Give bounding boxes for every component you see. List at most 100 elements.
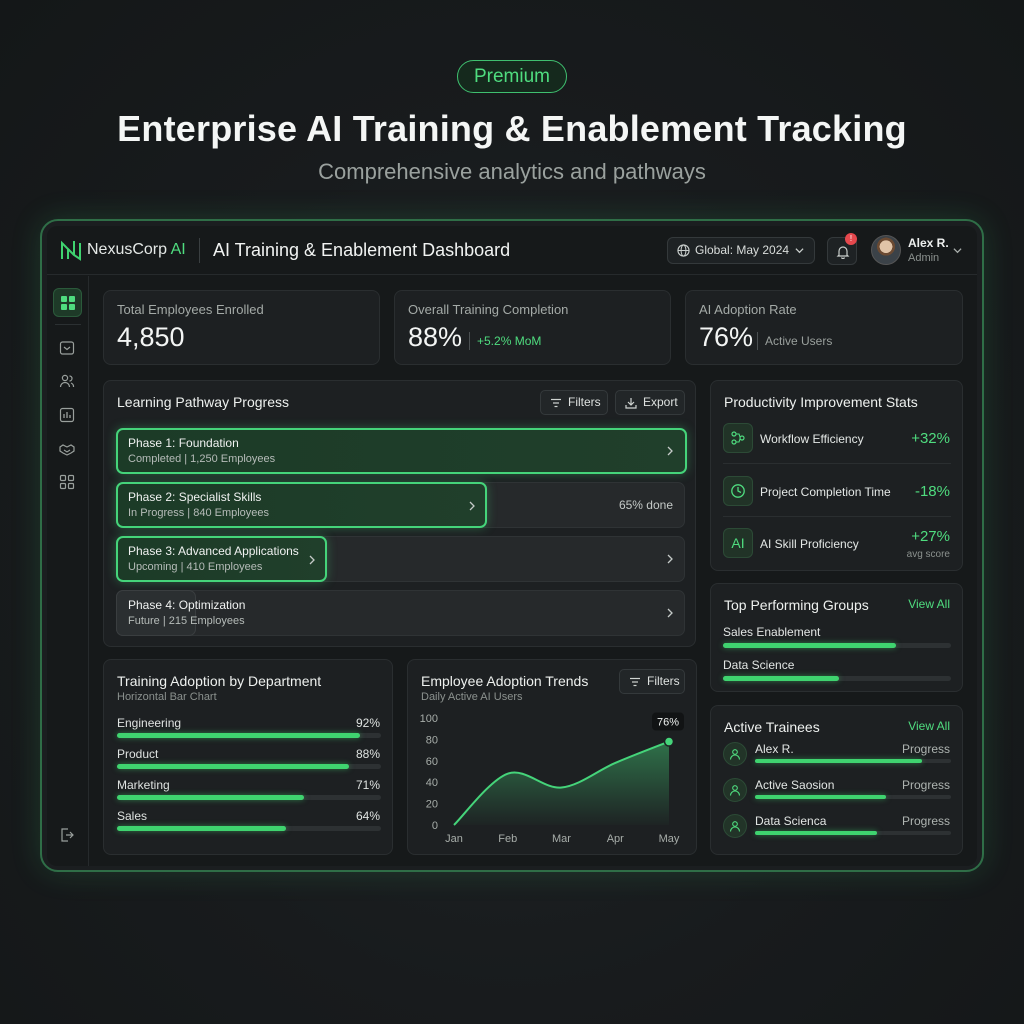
trainee-name[interactable]: Data Scienca (755, 814, 826, 828)
avatar[interactable] (871, 235, 901, 265)
apps-icon[interactable] (59, 474, 75, 490)
globe-icon (677, 244, 690, 257)
trainee-progress-track (755, 831, 951, 835)
phase-done-label: 65% done (618, 498, 673, 512)
x-tick-label: Apr (607, 833, 624, 845)
stat-note: avg score (906, 549, 950, 560)
phase-name: Phase 2: Specialist Skills (128, 490, 262, 504)
department-bar-track (117, 795, 381, 800)
trainee-name[interactable]: Alex R. (755, 742, 794, 756)
user-icon (723, 778, 747, 802)
phase-name: Phase 4: Optimization (128, 598, 246, 612)
scope-selector[interactable]: Global: May 2024 (667, 237, 815, 264)
phase-meta: Completed | 1,250 Employees (128, 453, 276, 465)
brand-name[interactable]: NexusCorp AI (87, 241, 186, 259)
trainee-progress-fill (755, 795, 887, 799)
phase-row[interactable]: Phase 4: Optimization Future | 215 Emplo… (116, 590, 685, 636)
grid-icon (61, 296, 75, 310)
stat-label: AI Skill Proficiency (760, 537, 859, 551)
ai-icon: AI (723, 528, 753, 558)
group-label: Data Science (723, 658, 795, 672)
trend-point (663, 736, 675, 747)
trainee-progress-fill (755, 759, 922, 763)
group-progress-fill (723, 676, 839, 681)
kpi-value: 76% (699, 322, 754, 352)
department-bar-track (117, 826, 381, 831)
sidebar (47, 276, 89, 866)
department-bar (117, 795, 305, 800)
department-percent: 71% (355, 778, 380, 792)
handshake-icon[interactable] (59, 441, 75, 457)
users-icon[interactable] (59, 373, 75, 389)
department-percent: 64% (355, 809, 380, 823)
stat-label: Project Completion Time (760, 485, 891, 499)
view-all-link[interactable]: View All (908, 719, 950, 733)
phase-row[interactable]: Phase 1: Foundation Completed | 1,250 Em… (116, 428, 687, 474)
trainee-progress-track (755, 795, 951, 799)
y-tick-label: 60 (426, 756, 438, 768)
brand-text: NexusCorp (87, 241, 168, 258)
sidebar-divider (55, 324, 81, 325)
chart-icon[interactable] (59, 407, 75, 423)
active-trainees-card: Active Trainees View All Alex R. Progres… (710, 705, 963, 855)
export-button[interactable]: Export (615, 390, 685, 415)
logout-icon[interactable] (59, 827, 75, 843)
card-title: Productivity Improvement Stats (724, 394, 918, 410)
card-subtitle: Horizontal Bar Chart (117, 691, 217, 703)
inbox-icon[interactable] (59, 340, 75, 356)
kpi-value: 4,850 (117, 322, 185, 352)
kpi-label: Overall Training Completion (408, 302, 569, 317)
department-label: Sales (117, 809, 148, 823)
trainee-name[interactable]: Active Saosion (755, 778, 834, 792)
kpi-divider (757, 332, 758, 350)
clock-icon (723, 476, 753, 506)
kpi-delta: +5.2% MoM (477, 334, 542, 348)
stat-divider (723, 463, 951, 464)
stat-label: Workflow Efficiency (760, 432, 864, 446)
user-name[interactable]: Alex R. (908, 236, 949, 250)
chevron-right-icon (469, 501, 475, 511)
user-menu-chevron-icon[interactable] (953, 246, 962, 255)
phase-row[interactable]: Phase 2: Specialist Skills In Progress |… (116, 482, 685, 528)
trainee-progress-fill (755, 831, 877, 835)
page-title: Enterprise AI Training & Enablement Trac… (117, 108, 907, 149)
department-bar (117, 733, 360, 738)
y-tick-label: 40 (426, 777, 438, 789)
phase-row[interactable]: Phase 3: Advanced Applications Upcoming … (116, 536, 685, 582)
download-icon (625, 398, 637, 409)
phase-name: Phase 3: Advanced Applications (128, 544, 299, 558)
card-title: Top Performing Groups (724, 597, 869, 613)
department-bar-track (117, 733, 381, 738)
phase-progress-fill (116, 428, 687, 474)
phase-meta: Future | 215 Employees (128, 615, 245, 627)
export-label: Export (643, 395, 678, 409)
department-percent: 88% (355, 747, 380, 761)
y-tick-label: 20 (426, 799, 438, 811)
stat-value: +27% (911, 528, 950, 545)
chevron-right-icon (667, 608, 673, 618)
workflow-icon (723, 423, 753, 453)
filters-button[interactable]: Filters (540, 390, 608, 415)
page-subtitle: Comprehensive analytics and pathways (318, 159, 706, 184)
group-label: Sales Enablement (723, 625, 821, 639)
department-percent: 92% (355, 716, 380, 730)
card-title: Learning Pathway Progress (117, 394, 289, 410)
card-title: Training Adoption by Department (117, 673, 322, 689)
trainee-status: Progress (901, 814, 950, 828)
x-tick-label: Feb (498, 833, 517, 845)
top-groups-card: Top Performing Groups View All Sales Ena… (710, 583, 963, 692)
group-progress-track (723, 643, 951, 648)
kpi-label: AI Adoption Rate (699, 302, 797, 317)
chevron-right-icon (309, 555, 315, 565)
department-bar-track (117, 764, 381, 769)
stat-value: -18% (914, 483, 950, 500)
view-all-link[interactable]: View All (908, 597, 950, 611)
dashboard-window: NexusCorp AI AI Training & Enablement Da… (47, 226, 977, 866)
trainee-status: Progress (901, 778, 950, 792)
premium-badge: Premium (457, 60, 567, 93)
user-role: Admin (908, 252, 940, 264)
department-label: Marketing (117, 778, 170, 792)
x-tick-label: May (659, 833, 680, 845)
filter-icon (551, 398, 561, 408)
kpi-divider (469, 332, 470, 350)
